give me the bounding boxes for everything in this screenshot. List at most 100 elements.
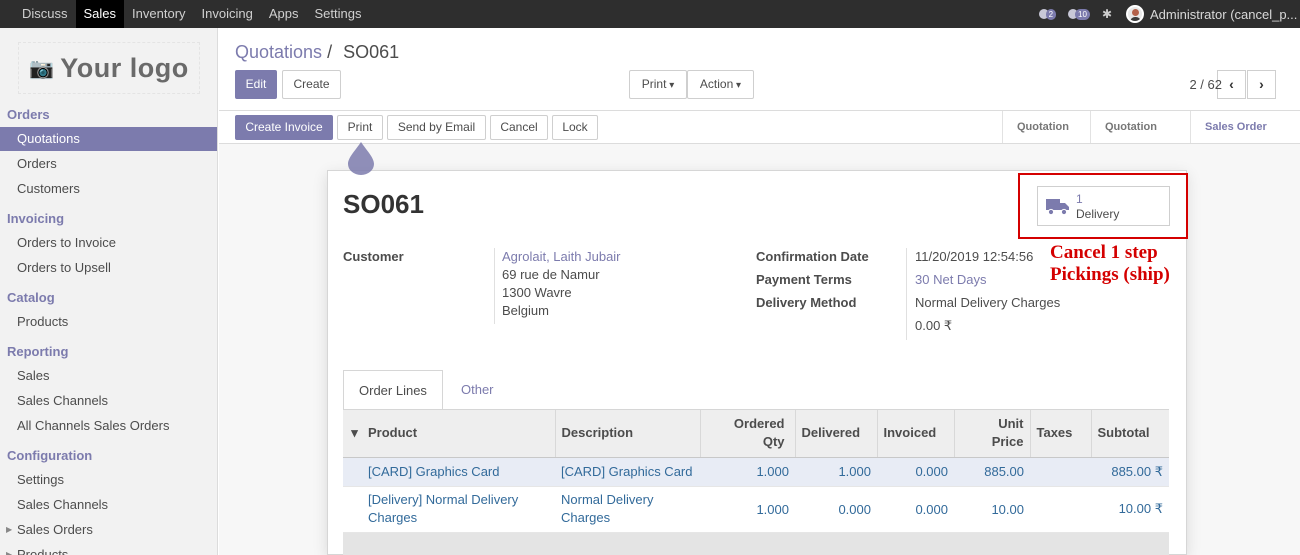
order-name: SO061	[343, 189, 424, 219]
cell-taxes[interactable]	[1030, 457, 1091, 487]
stage-sales-order[interactable]: Sales Order	[1190, 111, 1300, 143]
pager-value[interactable]: 2 / 62	[1189, 77, 1222, 92]
cell-description[interactable]: [CARD] Graphics Card	[555, 457, 700, 487]
print-button[interactable]: Print	[337, 115, 383, 140]
menu-discuss[interactable]: Discuss	[14, 0, 76, 28]
sidebar-item-config-products[interactable]: ▶ Products	[0, 543, 217, 555]
breadcrumb-separator: /	[327, 42, 333, 62]
payment-terms-label: Payment Terms	[756, 272, 852, 287]
sidebar-item-customers[interactable]: Customers	[0, 177, 217, 201]
stage-quotation-sent[interactable]: Quotation Sent	[1090, 111, 1190, 165]
cell-delivered[interactable]: 1.000	[795, 457, 877, 487]
activity-button[interactable]: 10	[1068, 8, 1090, 20]
cell-description[interactable]: Normal Delivery Charges	[555, 486, 700, 533]
column-unit-price[interactable]: Unit Price	[954, 410, 1031, 458]
cell-ordered-qty[interactable]: 1.000	[700, 486, 795, 533]
sidebar-item-sales[interactable]: Sales	[0, 364, 217, 388]
breadcrumb: Quotations / SO061	[235, 42, 399, 63]
stage-quotation[interactable]: Quotation	[1002, 111, 1090, 143]
pager-next[interactable]: ›	[1247, 70, 1276, 99]
customer-address-line-3: Belgium	[502, 303, 549, 318]
menu-settings[interactable]: Settings	[306, 0, 369, 28]
row-spacer	[343, 486, 362, 533]
annotation-text: Cancel 1 step Pickings (ship)	[1050, 242, 1170, 286]
cell-unit-price[interactable]: 885.00	[954, 457, 1030, 487]
user-menu[interactable]: Administrator (cancel_p...	[1150, 7, 1300, 22]
caret-right-icon: ▶	[6, 550, 13, 555]
column-subtotal[interactable]: Subtotal	[1091, 410, 1169, 458]
row-spacer	[343, 457, 362, 487]
avatar[interactable]	[1126, 5, 1144, 23]
cell-invoiced[interactable]: 0.000	[877, 486, 954, 533]
breadcrumb-current: SO061	[343, 42, 400, 62]
cell-delivered[interactable]: 0.000	[795, 486, 877, 533]
customer-link[interactable]: Agrolait, Laith Jubair	[502, 249, 621, 264]
chat-button[interactable]: 2	[1038, 8, 1057, 20]
action-dropdown[interactable]: Action	[687, 70, 754, 99]
sidebar-item-config-sales-channels[interactable]: Sales Channels	[0, 493, 217, 517]
create-invoice-button[interactable]: Create Invoice	[235, 115, 333, 140]
tab-other-information[interactable]: Other Information	[446, 370, 541, 436]
menu-sales[interactable]: Sales	[75, 0, 125, 28]
sidebar-item-orders-to-invoice[interactable]: Orders to Invoice	[0, 231, 217, 255]
column-ordered-qty-label: Ordered Qty	[733, 416, 785, 450]
cell-taxes[interactable]	[1030, 486, 1091, 533]
annotation-line-1: Cancel 1 step	[1050, 242, 1158, 263]
sidebar-item-orders-to-upsell[interactable]: Orders to Upsell	[0, 256, 217, 280]
print-dropdown[interactable]: Print	[629, 70, 687, 99]
sidebar-section-catalog: Catalog	[7, 290, 55, 305]
cell-subtotal[interactable]: 10.00 ₹	[1091, 486, 1169, 533]
cell-invoiced[interactable]: 0.000	[877, 457, 954, 487]
company-logo[interactable]: 📷 Your logo	[18, 42, 200, 94]
menu-inventory[interactable]: Inventory	[124, 0, 193, 28]
table-row[interactable]: [Delivery] Normal Delivery Charges Norma…	[343, 486, 1169, 533]
sidebar-item-config-settings[interactable]: Settings	[0, 468, 217, 492]
delivery-method-amount: 0.00 ₹	[915, 318, 953, 333]
sidebar-item-orders[interactable]: Orders	[0, 152, 217, 176]
divider	[494, 248, 495, 324]
control-panel: Quotations / SO061 Edit Create Print Act…	[219, 28, 1300, 111]
sidebar-item-all-channels[interactable]: All Channels Sales Orders	[0, 414, 217, 438]
breadcrumb-quotations[interactable]: Quotations	[235, 42, 322, 62]
cell-product[interactable]: [CARD] Graphics Card	[362, 457, 555, 487]
cell-product[interactable]: [Delivery] Normal Delivery Charges	[362, 486, 555, 533]
tooltip-drop-icon	[348, 142, 374, 175]
confirmation-date-value: 11/20/2019 12:54:56	[915, 249, 1034, 264]
column-invoiced[interactable]: Invoiced	[877, 410, 955, 458]
sidebar-item-config-sales-orders[interactable]: ▶ Sales Orders	[0, 518, 217, 542]
divider	[906, 248, 907, 340]
cell-subtotal[interactable]: 885.00 ₹	[1091, 457, 1169, 487]
send-email-button[interactable]: Send by Email	[387, 115, 486, 140]
create-button[interactable]: Create	[282, 70, 341, 99]
column-unit-price-label: Unit Price	[991, 416, 1024, 450]
cell-unit-price[interactable]: 10.00	[954, 486, 1030, 533]
sidebar-item-products[interactable]: Products	[0, 310, 217, 334]
sidebar-item-sales-channels[interactable]: Sales Channels	[0, 389, 217, 413]
sort-caret-icon[interactable]: ▾	[343, 410, 362, 458]
column-taxes[interactable]: Taxes	[1030, 410, 1092, 458]
column-description[interactable]: Description	[555, 410, 701, 458]
column-product[interactable]: Product	[362, 410, 556, 458]
systray: 2 10 ✱ Administrator (cancel_p...	[1038, 0, 1300, 28]
logo-text: Your logo	[60, 52, 189, 83]
sidebar-item-label: Products	[17, 547, 69, 555]
column-ordered-qty[interactable]: Ordered Qty	[700, 410, 796, 458]
column-delivered[interactable]: Delivered	[795, 410, 878, 458]
sidebar-section-configuration: Configuration	[7, 448, 93, 463]
bug-icon[interactable]: ✱	[1102, 7, 1112, 21]
menu-apps[interactable]: Apps	[261, 0, 307, 28]
menu-invoicing[interactable]: Invoicing	[194, 0, 261, 28]
cancel-button[interactable]: Cancel	[490, 115, 548, 140]
sidebar-item-quotations[interactable]: Quotations	[0, 127, 217, 151]
cell-ordered-qty[interactable]: 1.000	[700, 457, 795, 487]
order-lines-table: ▾ Product Description Ordered Qty Delive…	[343, 410, 1169, 533]
sidebar-section-orders: Orders	[7, 107, 50, 122]
table-row[interactable]: [CARD] Graphics Card [CARD] Graphics Car…	[343, 457, 1169, 487]
sidebar-section-reporting: Reporting	[7, 344, 69, 359]
caret-right-icon: ▶	[6, 525, 13, 534]
table-header-row: ▾ Product Description Ordered Qty Delive…	[343, 410, 1169, 458]
tab-order-lines[interactable]: Order Lines	[343, 370, 443, 411]
edit-button[interactable]: Edit	[235, 70, 277, 99]
lock-button[interactable]: Lock	[552, 115, 598, 140]
payment-terms-link[interactable]: 30 Net Days	[915, 272, 987, 287]
